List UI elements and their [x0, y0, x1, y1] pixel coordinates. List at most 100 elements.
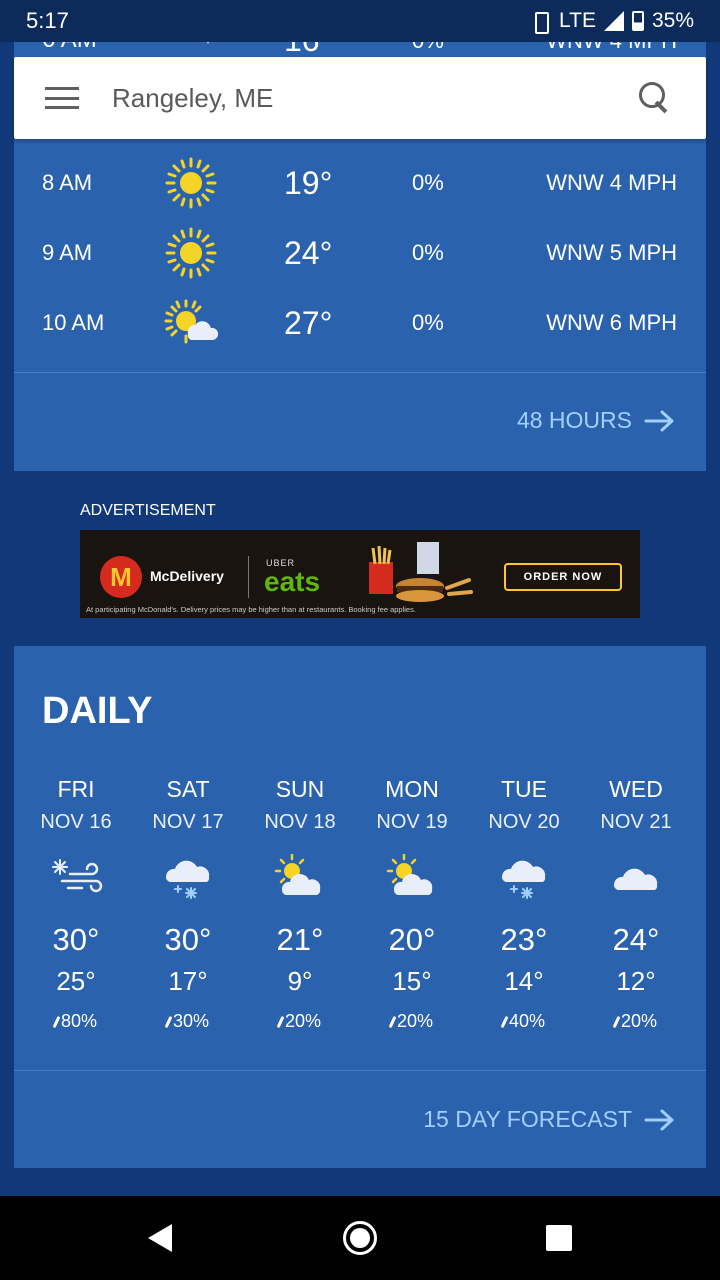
hour-wind: WNW 4 MPH: [546, 170, 677, 195]
day-date: NOV 17: [152, 811, 224, 833]
hour-row: 8 AM 19° 0% WNW 4 MPH: [14, 148, 706, 218]
hour-time: 9 AM: [42, 240, 93, 265]
location-label[interactable]: Rangeley, ME: [112, 83, 637, 114]
hour-wind: WNW 6 MPH: [546, 310, 677, 335]
day-low: 25°: [56, 966, 96, 996]
hour-temp: 19°: [284, 164, 333, 201]
raindrop-icon: [52, 1015, 61, 1029]
day-forecast[interactable]: MON NOV 19 20° 15° 20%: [356, 776, 468, 1032]
daily-card: DAILY FRI NOV 16 30° 25° 80% SAT NOV 17: [14, 646, 706, 1168]
ad-eats[interactable]: eats: [264, 566, 320, 598]
day-high: 21°: [276, 922, 324, 957]
raindrop-icon: [388, 1015, 397, 1029]
arrow-right-icon[interactable]: [644, 1108, 676, 1132]
advertisement-label: ADVERTISEMENT: [80, 502, 216, 519]
hour-wind: WNW 5 MPH: [546, 240, 677, 265]
status-icons: LTE 35%: [529, 9, 694, 34]
day-low: 15°: [392, 966, 432, 996]
mcdonalds-logo[interactable]: M: [100, 556, 142, 598]
day-precip: 30%: [132, 1011, 244, 1032]
status-bar: 5:17 LTE 35%: [0, 0, 720, 42]
vibrate-icon: [529, 12, 551, 34]
raindrop-icon: [276, 1015, 285, 1029]
day-name: TUE: [501, 776, 547, 802]
day-forecast[interactable]: SAT NOV 17 30° 17° 30%: [132, 776, 244, 1032]
15-day-forecast-link[interactable]: 15 DAY FORECAST: [423, 1106, 676, 1133]
precip-value: 20%: [396, 1011, 434, 1031]
day-date: NOV 19: [376, 811, 448, 833]
day-name: SUN: [275, 776, 325, 802]
hour-precip: 0%: [412, 240, 444, 265]
hour-temp: 27°: [284, 304, 333, 341]
ad-banner[interactable]: M McDelivery UBER eats ORDER NOW At part…: [80, 530, 640, 618]
network-label: LTE: [559, 9, 596, 32]
hour-time: 10 AM: [42, 310, 105, 335]
sun-icon: [165, 227, 217, 279]
cloud-icon: [613, 868, 658, 890]
search-bar[interactable]: Rangeley, ME: [14, 57, 706, 139]
day-high: 30°: [164, 922, 212, 957]
day-low: 12°: [616, 966, 656, 996]
snow-wind-icon: [52, 859, 103, 893]
battery-level: 35%: [651, 9, 694, 32]
sun-cloud-icon: [164, 299, 218, 344]
day-high: 20°: [388, 922, 436, 957]
divider: [14, 1070, 706, 1071]
day-precip: 20%: [356, 1011, 468, 1032]
hourly-card: 8 AM 19° 0% WNW 4 MPH 9 AM 24° 0% WNW 5 …: [14, 139, 706, 471]
day-name: FRI: [57, 776, 95, 802]
arrow-right-icon[interactable]: [644, 409, 676, 433]
status-time: 5:17: [26, 8, 69, 33]
search-icon[interactable]: [637, 80, 673, 116]
navigation-bar: [0, 1196, 720, 1280]
day-low: 17°: [168, 966, 208, 996]
hour-row: 10 AM 27° 0% WNW 6 MPH: [14, 288, 706, 358]
day-forecast[interactable]: FRI NOV 16 30° 25° 80%: [20, 776, 132, 1032]
back-icon[interactable]: [148, 1224, 172, 1252]
precip-value: 40%: [508, 1011, 546, 1031]
hour-row: 9 AM 24° 0% WNW 5 MPH: [14, 218, 706, 288]
day-forecast[interactable]: TUE NOV 20 23° 14° 40%: [468, 776, 580, 1032]
day-high: 24°: [612, 922, 660, 957]
recent-apps-icon[interactable]: [546, 1225, 572, 1251]
order-now-button[interactable]: ORDER NOW: [504, 563, 622, 591]
hour-temp: 24°: [284, 234, 333, 271]
day-date: NOV 20: [488, 811, 560, 833]
day-precip: 20%: [580, 1011, 692, 1032]
battery-icon: [631, 11, 644, 31]
raindrop-icon: [612, 1015, 621, 1029]
home-icon[interactable]: [343, 1221, 377, 1255]
day-name: WED: [609, 776, 663, 802]
15-day-forecast-label[interactable]: 15 DAY FORECAST: [423, 1106, 632, 1133]
day-high: 23°: [500, 922, 548, 957]
cloud-snow-icon: [165, 860, 210, 899]
day-precip: 80%: [20, 1011, 132, 1032]
daily-title: DAILY: [42, 690, 153, 732]
precip-value: 20%: [620, 1011, 658, 1031]
day-date: NOV 18: [264, 811, 336, 833]
ad-brand[interactable]: McDelivery: [150, 568, 224, 584]
menu-icon[interactable]: [45, 87, 79, 109]
sun-icon: [165, 157, 217, 209]
day-high: 30°: [52, 922, 100, 957]
day-low: 14°: [504, 966, 544, 996]
48-hours-label[interactable]: 48 HOURS: [517, 407, 632, 434]
hour-precip: 0%: [412, 310, 444, 335]
raindrop-icon: [164, 1015, 173, 1029]
48-hours-link[interactable]: 48 HOURS: [517, 407, 676, 434]
ad-separator: [248, 556, 249, 598]
hour-time: 8 AM: [42, 170, 93, 195]
day-forecast[interactable]: WED NOV 21 24° 12° 20%: [580, 776, 692, 1032]
day-precip: 20%: [244, 1011, 356, 1032]
precip-value: 80%: [60, 1011, 98, 1031]
day-name: SAT: [166, 776, 210, 802]
day-precip: 40%: [468, 1011, 580, 1032]
signal-icon: [603, 11, 624, 31]
partly-cloudy-icon: [274, 854, 321, 895]
ad-fine-print: At participating McDonald's. Delivery pr…: [86, 605, 416, 614]
divider: [14, 372, 706, 373]
food-image-icon: [369, 542, 473, 602]
day-low: 9°: [287, 966, 313, 996]
day-forecast[interactable]: SUN NOV 18 21° 9° 20%: [244, 776, 356, 1032]
raindrop-icon: [500, 1015, 509, 1029]
